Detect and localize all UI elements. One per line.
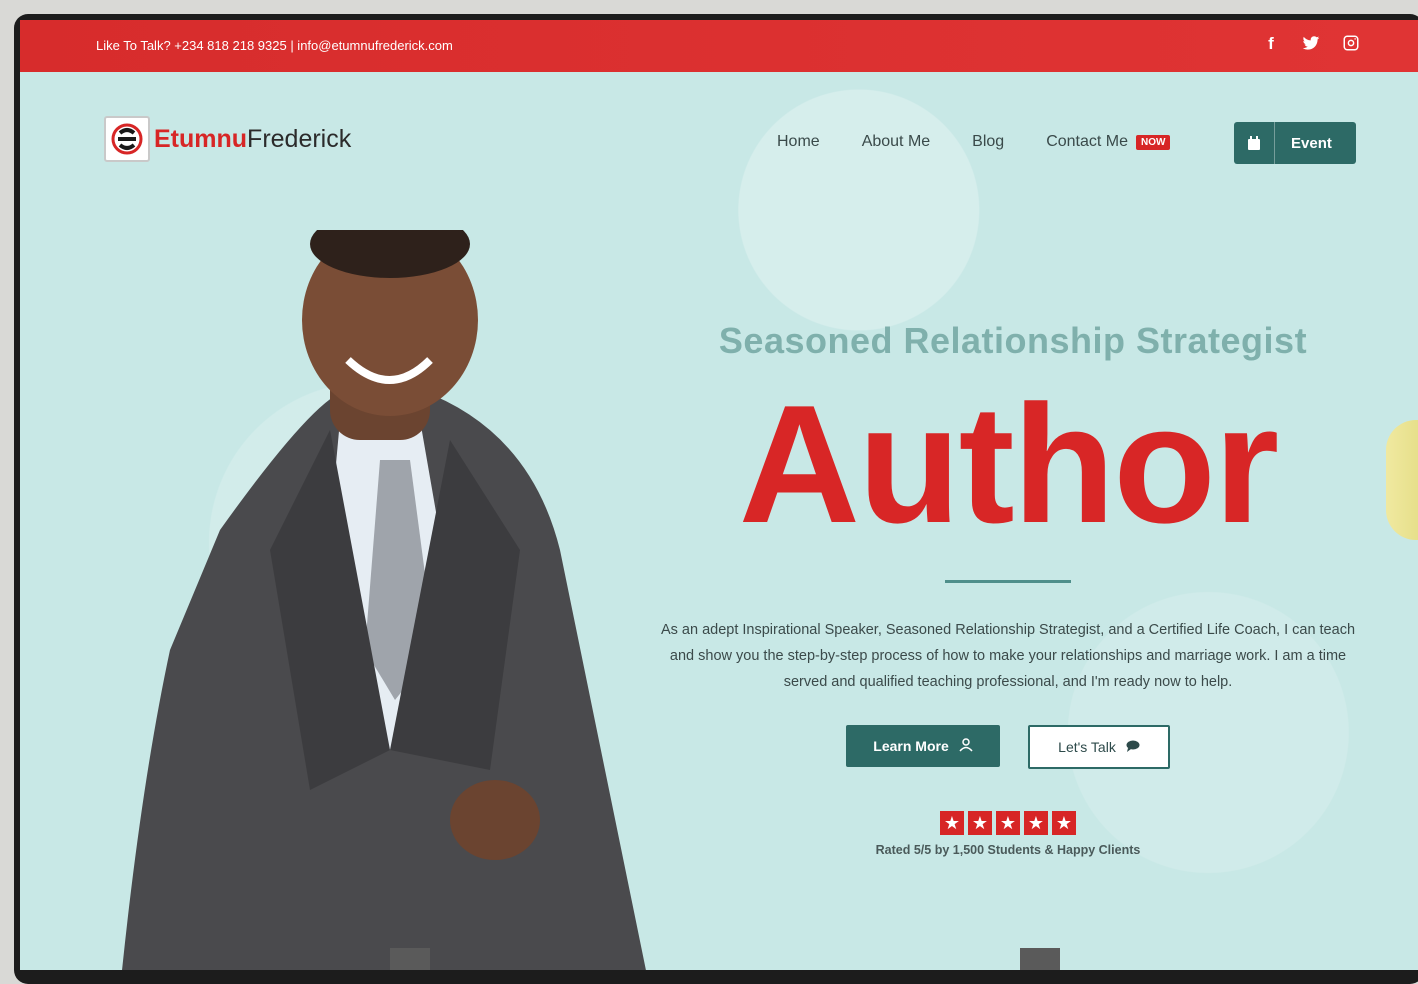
rating-text: Rated 5/5 by 1,500 Students & Happy Clie…	[875, 843, 1141, 857]
speaker-photo	[122, 230, 646, 970]
hero-buttons: Learn More Let's Talk	[640, 725, 1376, 769]
floor-decoration	[1020, 948, 1060, 970]
website-screen: Like To Talk? +234 818 218 9325 | info@e…	[20, 20, 1418, 970]
calendar-icon	[1234, 122, 1275, 164]
star-icon: ★	[968, 811, 992, 835]
user-icon	[959, 737, 973, 755]
nav-about[interactable]: About Me	[862, 133, 930, 151]
event-button[interactable]: Event	[1234, 122, 1356, 164]
floor-decoration	[390, 948, 430, 970]
nav-home[interactable]: Home	[777, 133, 820, 151]
nav-blog[interactable]: Blog	[972, 133, 1004, 151]
star-icon: ★	[996, 811, 1020, 835]
contact-info[interactable]: Like To Talk? +234 818 218 9325 | info@e…	[96, 38, 453, 53]
nav-contact-label: Contact Me	[1046, 133, 1129, 150]
star-icon: ★	[1052, 811, 1076, 835]
hero-section: Seasoned Relationship Strategist Author …	[640, 320, 1376, 857]
logo-text-part1: Etumnu	[154, 124, 248, 153]
star-icon: ★	[940, 811, 964, 835]
lets-talk-label: Let's Talk	[1058, 739, 1116, 755]
logo-text-part2: Frederick	[247, 124, 352, 153]
main-nav: Home About Me Blog Contact Me NOW	[777, 133, 1171, 151]
hero-subtitle: Seasoned Relationship Strategist	[718, 320, 1308, 361]
learn-more-label: Learn More	[873, 738, 949, 754]
hero-description: As an adept Inspirational Speaker, Seaso…	[660, 622, 1356, 690]
rating-stars: ★ ★ ★ ★ ★	[640, 811, 1376, 835]
logo-text: EtumnuFrederick	[154, 125, 351, 154]
social-links: f	[1262, 34, 1360, 54]
now-badge: NOW	[1136, 134, 1171, 150]
nav-contact[interactable]: Contact Me NOW	[1046, 133, 1171, 151]
instagram-icon[interactable]	[1342, 34, 1360, 54]
facebook-icon[interactable]: f	[1262, 34, 1280, 54]
site-logo[interactable]: EtumnuFrederick	[104, 116, 351, 162]
star-icon: ★	[1024, 811, 1048, 835]
twitter-icon[interactable]	[1302, 34, 1320, 54]
hero-headline: Author	[738, 370, 1280, 558]
event-label: Event	[1291, 134, 1332, 152]
top-bar: Like To Talk? +234 818 218 9325 | info@e…	[20, 20, 1418, 72]
learn-more-button[interactable]: Learn More	[846, 725, 1000, 767]
lets-talk-button[interactable]: Let's Talk	[1028, 725, 1170, 769]
chat-bubble-icon	[1126, 739, 1140, 755]
logo-mark-icon	[104, 116, 150, 162]
hero-divider	[945, 580, 1071, 583]
lamp-decoration	[1386, 420, 1418, 540]
